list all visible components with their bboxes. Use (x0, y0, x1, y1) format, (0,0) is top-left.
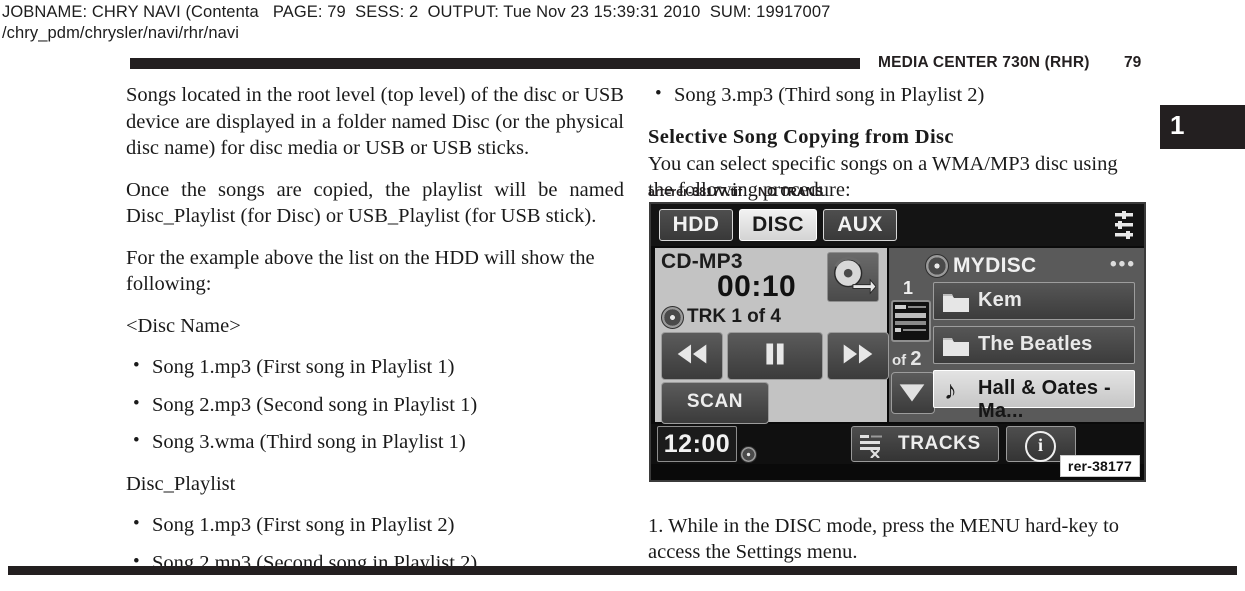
browse-panel: MYDISC ••• 1 of 2 Kem The Beatles ♪ Hall… (889, 248, 1144, 422)
page-total-number: 2 (910, 348, 922, 370)
copy-to-hdd-button[interactable] (827, 252, 879, 302)
section-tab-number: 1 (1170, 110, 1185, 140)
page-total-label: of 2 (892, 348, 921, 371)
overflow-menu-icon[interactable]: ••• (1110, 255, 1136, 274)
footer-rule (8, 566, 1237, 575)
source-selector-bar: HDD DISC AUX (651, 204, 1144, 246)
scan-button[interactable]: SCAN (661, 382, 769, 424)
tracks-button[interactable]: TRACKS (851, 426, 999, 462)
next-track-button[interactable] (827, 332, 889, 380)
subheading-selective-song-copying: Selective Song Copying from Disc (648, 125, 954, 148)
paragraph-example-intro: For the example above the list on the HD… (126, 246, 595, 296)
bullet-glyph-icon: • (133, 513, 140, 534)
bullet-list-playlist-2-cont: • Song 3.mp3 (Third song in Playlist 2) (648, 82, 1146, 109)
disc-icon (661, 306, 684, 329)
list-row-hall-and-oates[interactable]: ♪ Hall & Oates - Ma... (933, 370, 1135, 422)
list-item-label: Song 1.mp3 (First song in Playlist 1) (152, 356, 455, 378)
list-item: • Song 2.mp3 (Second song in Playlist 1) (126, 392, 624, 419)
left-text-column: Songs located in the root level (top lev… (126, 82, 624, 591)
paragraph-playlist-naming: Once the songs are copied, the playlist … (126, 178, 624, 228)
page-of-prefix: of (892, 352, 907, 369)
folder-icon (942, 291, 970, 313)
list-item-label: Song 2.mp3 (Second song in Playlist 1) (152, 393, 478, 416)
label-disc-name: <Disc Name> (126, 314, 241, 337)
media-center-screenshot: HDD DISC AUX CD-MP3 00:10 TRK 1 of 4 SCA… (649, 202, 1146, 482)
disc-title-label: MYDISC (953, 254, 1037, 277)
page-current-number: 1 (903, 278, 914, 298)
list-page-thumbnail-icon[interactable] (891, 300, 931, 342)
clock-display[interactable]: 12:00 (657, 426, 737, 462)
bullet-glyph-icon: • (133, 392, 140, 414)
list-item-label: Song 1.mp3 (First song in Playlist 2) (152, 514, 455, 536)
scroll-down-button[interactable] (891, 372, 935, 414)
running-head-rule (130, 58, 860, 69)
bullet-list-playlist-1: • Song 1.mp3 (First song in Playlist 1) … (126, 354, 624, 456)
list-item: • Song 1.mp3 (First song in Playlist 1) (126, 354, 624, 381)
section-thumb-tab: 1 (1160, 105, 1245, 149)
disc-icon (925, 254, 949, 278)
track-status-label: TRK 1 of 4 (687, 306, 781, 327)
player-panel: CD-MP3 00:10 TRK 1 of 4 SCAN (655, 248, 889, 424)
bullet-glyph-icon: • (133, 355, 140, 376)
source-button-disc[interactable]: DISC (739, 209, 817, 241)
list-row-the-beatles[interactable]: The Beatles (933, 326, 1135, 364)
info-icon: i (1025, 431, 1056, 462)
running-head: MEDIA CENTER 730N (RHR) 79 (0, 52, 1245, 76)
tracks-button-label: TRACKS (898, 433, 981, 454)
equalizer-icon[interactable] (1113, 210, 1135, 240)
art-trans-mark: NO TRANS (758, 185, 824, 199)
list-item: • Song 3.wma (Third song in Playlist 1) (126, 429, 624, 456)
job-header-line-2: /chry_pdm/chrysler/navi/rhr/navi (2, 24, 240, 42)
label-disc-playlist: Disc_Playlist (126, 472, 236, 495)
list-row-label: The Beatles (978, 333, 1093, 355)
folder-icon (942, 335, 970, 357)
source-button-aux[interactable]: AUX (823, 209, 897, 241)
list-item-label: Song 3.mp3 (Third song in Playlist 2) (674, 84, 985, 106)
job-header-line-1: JOBNAME: CHRY NAVI (Contenta PAGE: 79 SE… (2, 3, 831, 21)
bullet-glyph-icon: • (133, 430, 140, 451)
art-placement-marks: art=rer-38177.tif NO TRANS (648, 185, 1168, 201)
music-note-icon: ♪ (944, 375, 957, 405)
step-1-text: 1. While in the DISC mode, press the MEN… (648, 514, 1120, 564)
elapsed-time: 00:10 (717, 270, 797, 303)
list-row-label: Kem (978, 289, 1022, 311)
previous-track-button[interactable] (661, 332, 723, 380)
print-job-header: JOBNAME: CHRY NAVI (Contenta PAGE: 79 SE… (2, 2, 1242, 44)
page-indicator-column: 1 of 2 (891, 278, 935, 418)
list-item-label: Song 3.wma (Third song in Playlist 1) (152, 431, 466, 453)
tracks-list-icon (858, 432, 884, 459)
list-item: • Song 3.mp3 (Third song in Playlist 2) (648, 82, 1146, 109)
bullet-glyph-icon: • (655, 83, 662, 104)
list-row-label: Hall & Oates - Ma... (978, 377, 1111, 422)
list-item: • Song 1.mp3 (First song in Playlist 2) (126, 512, 624, 539)
running-head-page-number: 79 (1124, 54, 1142, 71)
art-id-badge: rer-38177 (1059, 455, 1140, 477)
disc-indicator-icon (740, 446, 757, 463)
source-button-hdd[interactable]: HDD (659, 209, 733, 241)
paragraph-root-level: Songs located in the root level (top lev… (126, 84, 624, 159)
pause-button[interactable] (727, 332, 823, 380)
running-head-title: MEDIA CENTER 730N (RHR) (878, 54, 1090, 71)
list-row-kem[interactable]: Kem (933, 282, 1135, 320)
art-file-mark: art=rer-38177.tif (648, 185, 743, 199)
